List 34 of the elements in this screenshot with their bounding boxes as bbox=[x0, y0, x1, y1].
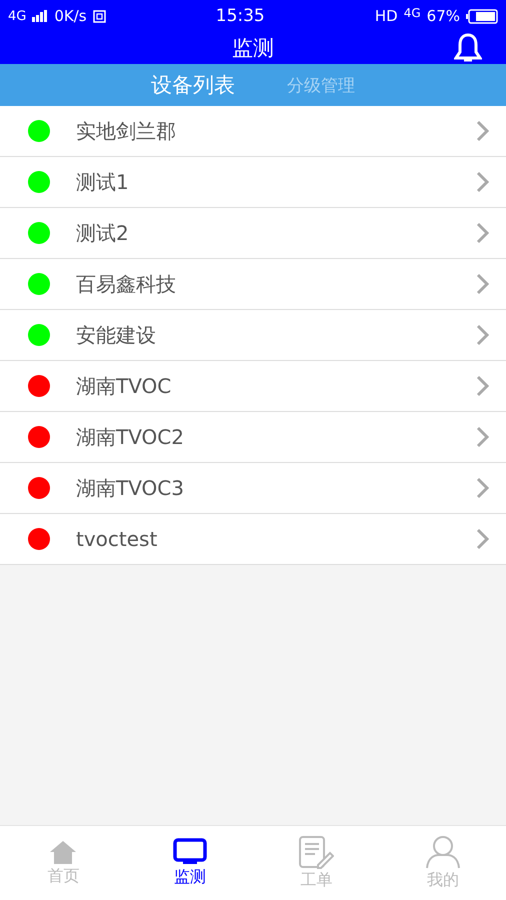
device-name[interactable]: 实地剑兰郡 bbox=[76, 118, 476, 144]
device-name[interactable]: 安能建设 bbox=[76, 322, 476, 348]
device-name[interactable]: 湖南TVOC2 bbox=[76, 424, 476, 450]
clock: 15:35 bbox=[216, 6, 265, 26]
network-type: 4G bbox=[404, 6, 421, 20]
page-title: 监测 bbox=[232, 35, 274, 62]
device-name[interactable]: 湖南TVOC3 bbox=[76, 474, 476, 502]
home-icon bbox=[49, 839, 78, 865]
device-name[interactable]: tvoctest bbox=[76, 527, 476, 551]
person-icon bbox=[424, 835, 461, 869]
network-type: 4G bbox=[8, 8, 26, 24]
network-speed: 0K/s bbox=[54, 7, 87, 25]
document-pen-icon bbox=[298, 835, 334, 869]
chevron-right-icon[interactable] bbox=[476, 375, 490, 397]
chevron-right-icon[interactable] bbox=[476, 171, 490, 193]
monitor-icon bbox=[172, 838, 207, 866]
chevron-right-icon[interactable] bbox=[476, 120, 490, 142]
nav-tab[interactable]: 监测 bbox=[126, 826, 253, 900]
device-name[interactable]: 百易鑫科技 bbox=[76, 270, 476, 298]
signal-icon bbox=[32, 10, 48, 22]
hd-indicator: HD bbox=[374, 7, 398, 25]
chevron-right-icon[interactable] bbox=[476, 324, 490, 346]
device-name[interactable]: 湖南TVOC bbox=[76, 372, 476, 400]
chevron-right-icon[interactable] bbox=[476, 273, 490, 295]
battery-icon bbox=[466, 8, 498, 24]
app-notification-icon bbox=[92, 10, 106, 22]
device-name[interactable]: 测试1 bbox=[76, 168, 476, 196]
battery-level: 67% bbox=[426, 7, 460, 25]
chevron-right-icon[interactable] bbox=[476, 477, 490, 499]
device-name[interactable]: 测试2 bbox=[76, 220, 476, 246]
chevron-right-icon[interactable] bbox=[476, 222, 490, 244]
chevron-right-icon[interactable] bbox=[476, 426, 490, 448]
chevron-right-icon[interactable] bbox=[476, 528, 490, 550]
bell-icon[interactable] bbox=[454, 33, 482, 63]
